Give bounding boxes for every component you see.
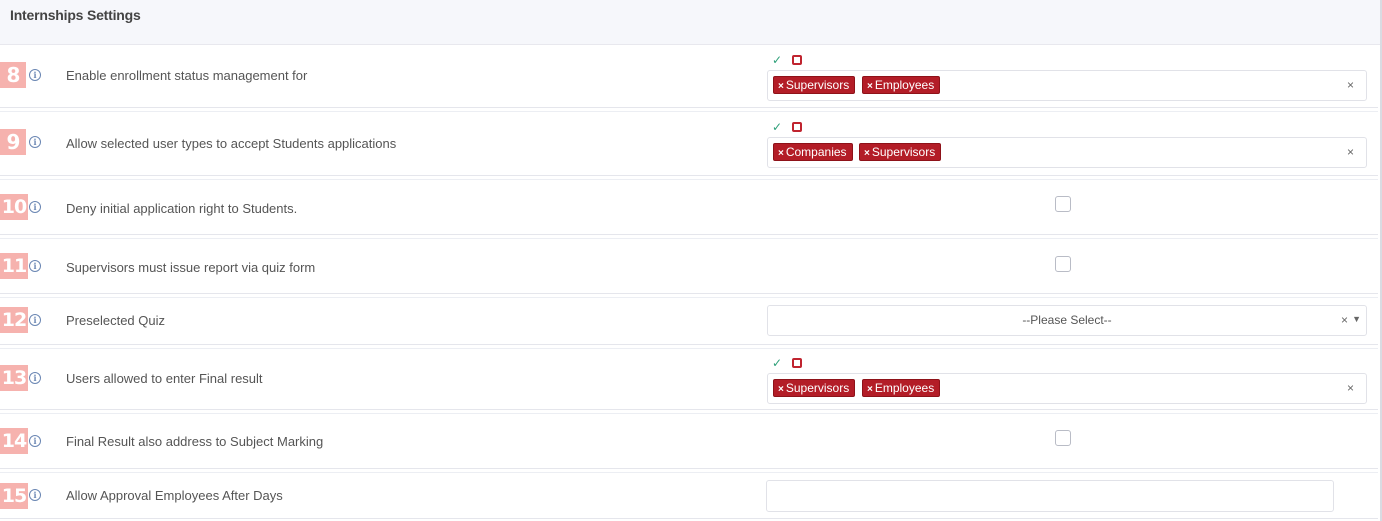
section-header: Internships Settings bbox=[0, 0, 1382, 45]
approval-days-input[interactable] bbox=[766, 480, 1334, 512]
clear-all-icon[interactable]: × bbox=[1347, 145, 1354, 159]
tag-supervisors[interactable]: × Supervisors bbox=[773, 379, 856, 397]
section-title: Internships Settings bbox=[10, 7, 141, 23]
info-icon[interactable]: i bbox=[29, 260, 41, 272]
info-icon[interactable]: i bbox=[29, 489, 41, 501]
setting-row-9: 9 i Allow selected user types to accept … bbox=[0, 111, 1378, 176]
info-icon[interactable]: i bbox=[29, 314, 41, 326]
row-number-badge: 15 bbox=[0, 483, 28, 509]
tag-label: Supervisors bbox=[871, 145, 936, 159]
tag-supervisors[interactable]: × Supervisors bbox=[773, 76, 856, 94]
close-icon[interactable]: × bbox=[778, 81, 784, 92]
tag-label: Supervisors bbox=[785, 381, 850, 395]
row-number-badge: 12 bbox=[0, 307, 28, 333]
setting-label: Deny initial application right to Studen… bbox=[66, 201, 298, 216]
setting-label: Allow selected user types to accept Stud… bbox=[66, 136, 397, 151]
info-icon[interactable]: i bbox=[29, 201, 41, 213]
setting-checkbox[interactable] bbox=[1055, 256, 1071, 272]
setting-row-13: 13 i Users allowed to enter Final result… bbox=[0, 348, 1378, 410]
row-number-badge: 13 bbox=[0, 365, 28, 391]
user-type-multiselect[interactable]: × Supervisors × Employees × bbox=[767, 373, 1367, 404]
user-type-multiselect[interactable]: × Supervisors × Employees × bbox=[767, 70, 1367, 101]
select-placeholder: --Please Select-- bbox=[1022, 313, 1112, 327]
info-icon[interactable]: i bbox=[29, 435, 41, 447]
close-icon[interactable]: × bbox=[864, 148, 870, 159]
setting-row-12: 12 i Preselected Quiz --Please Select-- … bbox=[0, 297, 1378, 345]
check-square-icon[interactable]: ✓ bbox=[772, 121, 784, 133]
clear-all-icon[interactable]: × bbox=[1347, 381, 1354, 395]
info-icon[interactable]: i bbox=[29, 136, 41, 148]
tag-employees[interactable]: × Employees bbox=[862, 379, 941, 397]
check-square-icon[interactable]: ✓ bbox=[772, 357, 784, 369]
row-number-badge: 8 bbox=[0, 62, 26, 88]
tag-employees[interactable]: × Employees bbox=[862, 76, 941, 94]
check-square-icon[interactable]: ✓ bbox=[772, 54, 784, 66]
tag-label: Employees bbox=[874, 78, 935, 92]
square-icon[interactable] bbox=[792, 55, 802, 65]
setting-row-14: 14 i Final Result also address to Subjec… bbox=[0, 413, 1378, 469]
setting-label: Allow Approval Employees After Days bbox=[66, 488, 283, 503]
row-number-badge: 9 bbox=[0, 129, 26, 155]
info-icon[interactable]: i bbox=[29, 69, 41, 81]
setting-row-8: 8 i Enable enrollment status management … bbox=[0, 45, 1378, 108]
close-icon[interactable]: × bbox=[778, 148, 784, 159]
setting-label: Users allowed to enter Final result bbox=[66, 371, 263, 386]
setting-row-11: 11 i Supervisors must issue report via q… bbox=[0, 238, 1378, 294]
setting-label: Final Result also address to Subject Mar… bbox=[66, 434, 324, 449]
info-icon[interactable]: i bbox=[29, 372, 41, 384]
setting-checkbox[interactable] bbox=[1055, 430, 1071, 446]
row-number-badge: 11 bbox=[0, 253, 28, 279]
row-number-badge: 14 bbox=[0, 428, 28, 454]
square-icon[interactable] bbox=[792, 358, 802, 368]
row-number-badge: 10 bbox=[0, 194, 28, 220]
square-icon[interactable] bbox=[792, 122, 802, 132]
user-type-multiselect[interactable]: × Companies × Supervisors × bbox=[767, 137, 1367, 168]
setting-label: Preselected Quiz bbox=[66, 313, 165, 328]
select-toggle-group: ✓ bbox=[772, 121, 802, 133]
quiz-select[interactable]: --Please Select-- × ▼ bbox=[767, 305, 1367, 336]
close-icon[interactable]: × bbox=[867, 81, 873, 92]
select-toggle-group: ✓ bbox=[772, 357, 802, 369]
clear-icon[interactable]: × bbox=[1341, 313, 1348, 327]
tag-label: Employees bbox=[874, 381, 935, 395]
select-toggle-group: ✓ bbox=[772, 54, 802, 66]
tag-companies[interactable]: × Companies bbox=[773, 143, 853, 161]
setting-row-15: 15 i Allow Approval Employees After Days bbox=[0, 472, 1378, 519]
close-icon[interactable]: × bbox=[778, 384, 784, 395]
close-icon[interactable]: × bbox=[867, 384, 873, 395]
setting-row-10: 10 i Deny initial application right to S… bbox=[0, 179, 1378, 235]
clear-all-icon[interactable]: × bbox=[1347, 78, 1354, 92]
setting-label: Enable enrollment status management for bbox=[66, 68, 308, 83]
tag-label: Companies bbox=[785, 145, 847, 159]
caret-down-icon[interactable]: ▼ bbox=[1352, 314, 1361, 324]
setting-label: Supervisors must issue report via quiz f… bbox=[66, 260, 316, 275]
tag-label: Supervisors bbox=[785, 78, 850, 92]
setting-checkbox[interactable] bbox=[1055, 196, 1071, 212]
tag-supervisors[interactable]: × Supervisors bbox=[859, 143, 942, 161]
